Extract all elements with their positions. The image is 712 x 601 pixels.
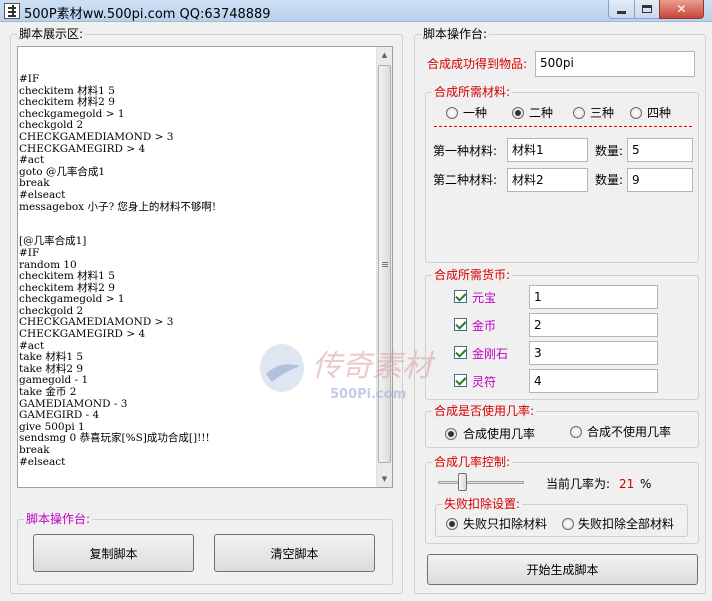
current-rate-value: 21 <box>619 477 635 491</box>
fail-deduct-title: 失败扣除设置: <box>442 497 523 511</box>
script-line: #elseact <box>19 188 66 201</box>
use-rate-no-radio[interactable] <box>570 426 582 438</box>
script-display-title: 脚本展示区: <box>17 27 86 41</box>
quantity1-label: 数量: <box>595 144 624 158</box>
script-text: #IF checkitem 材料1 5 checkitem 材料2 9 checkga… <box>19 74 377 484</box>
fail-only-radio[interactable] <box>446 518 458 530</box>
left-console-title: 脚本操作台: <box>24 512 93 526</box>
copy-script-button[interactable]: 复制脚本 <box>33 534 194 572</box>
material-count-radio-3[interactable] <box>573 107 585 119</box>
use-rate-title: 合成是否使用几率: <box>432 404 537 418</box>
currency-label-1: 元宝 <box>472 291 497 305</box>
script-line: break <box>19 177 50 190</box>
currency-input-1[interactable]: 1 <box>529 285 658 309</box>
rate-slider-thumb[interactable] <box>458 473 467 491</box>
script-line: CHECKGAMEGIRD > 4 <box>19 142 146 155</box>
generate-script-label: 开始生成脚本 <box>526 563 599 577</box>
window-title: 500P素材ww.500pi.com QQ:63748889 <box>24 7 271 22</box>
script-scrollbar[interactable]: ▲ ▼ <box>376 47 392 487</box>
quantity2-input[interactable]: 9 <box>627 168 693 192</box>
script-line: messagebox 小子? 您身上的材料不够啊! <box>19 200 217 213</box>
rate-slider-track[interactable] <box>438 481 524 484</box>
script-line: take 金币 2 <box>19 386 77 399</box>
material-count-radio-1[interactable] <box>446 107 458 119</box>
maximize-icon <box>642 5 652 13</box>
currency-label-3: 金刚石 <box>472 347 509 361</box>
material-count-label-3: 三种 <box>590 106 615 120</box>
quantity1-input[interactable]: 5 <box>627 138 693 162</box>
clear-script-button[interactable]: 清空脚本 <box>214 534 375 572</box>
scroll-up-icon[interactable]: ▲ <box>377 47 392 63</box>
script-line: #act <box>19 154 45 167</box>
script-line: sendsmg 0 恭喜玩家[%S]成功合成[]!!! <box>19 432 210 445</box>
result-item-label: 合成成功得到物品: <box>427 57 528 71</box>
current-rate-label: 当前几率为: <box>546 477 611 491</box>
close-button[interactable]: ✕ <box>659 0 704 19</box>
material1-input[interactable]: 材料1 <box>507 138 588 162</box>
clear-script-label: 清空脚本 <box>270 546 319 561</box>
script-line: goto @几率合成1 <box>19 165 106 178</box>
currency-label-4: 灵符 <box>472 375 497 389</box>
currency-input-2[interactable]: 2 <box>529 313 658 337</box>
currency-input-3[interactable]: 3 <box>529 341 658 365</box>
script-line: #elseact <box>19 455 66 468</box>
scroll-down-icon[interactable]: ▼ <box>377 471 392 487</box>
minimize-icon <box>617 10 626 14</box>
script-line: #IF <box>19 74 40 85</box>
material1-label: 第一种材料: <box>433 144 498 158</box>
materials-title: 合成所需材料: <box>432 85 513 99</box>
use-rate-no-label: 合成不使用几率 <box>587 425 672 439</box>
currency-title: 合成所需货币: <box>432 268 513 282</box>
material2-label: 第二种材料: <box>433 173 498 187</box>
fail-all-label: 失败扣除全部材料 <box>578 517 675 531</box>
currency-check-2[interactable] <box>454 318 467 331</box>
material-count-label-1: 一种 <box>463 106 488 120</box>
title-bar: 500P素材ww.500pi.com QQ:63748889 ✕ <box>0 0 712 22</box>
material-count-label-2: 二种 <box>529 106 554 120</box>
fail-all-radio[interactable] <box>562 518 574 530</box>
script-line: #IF <box>19 246 40 259</box>
script-line: checkitem 材料1 5 <box>19 270 115 283</box>
app-icon <box>4 3 20 19</box>
result-item-input[interactable]: 500pi <box>535 51 695 77</box>
currency-check-1[interactable] <box>454 290 467 303</box>
current-rate-unit: % <box>640 477 652 491</box>
script-line: CHECKGAMEGIRD > 4 <box>19 328 146 341</box>
quantity2-label: 数量: <box>595 173 624 187</box>
rate-control-title: 合成几率控制: <box>432 455 513 469</box>
script-textarea[interactable]: #IF checkitem 材料1 5 checkitem 材料2 9 checkga… <box>17 46 393 488</box>
currency-input-4[interactable]: 4 <box>529 369 658 393</box>
currency-check-3[interactable] <box>454 346 467 359</box>
script-line: [@几率合成1] <box>19 235 87 248</box>
material-count-label-4: 四种 <box>647 106 672 120</box>
fail-only-label: 失败只扣除材料 <box>463 517 548 531</box>
materials-divider <box>434 126 692 127</box>
script-line <box>19 213 377 225</box>
right-console-title: 脚本操作台: <box>421 27 490 41</box>
use-rate-yes-radio[interactable] <box>445 428 457 440</box>
use-rate-yes-label: 合成使用几率 <box>463 427 536 441</box>
minimize-button[interactable] <box>608 0 635 19</box>
material-count-radio-2[interactable] <box>512 107 524 119</box>
script-line: CHECKGAMEDIAMOND > 3 <box>19 130 174 143</box>
generate-script-button[interactable]: 开始生成脚本 <box>427 554 698 585</box>
close-icon: ✕ <box>676 2 687 16</box>
script-line: break <box>19 444 50 456</box>
currency-label-2: 金币 <box>472 319 497 333</box>
maximize-button[interactable] <box>634 0 660 19</box>
grip-icon <box>382 262 388 263</box>
scroll-thumb[interactable] <box>378 65 391 463</box>
copy-script-label: 复制脚本 <box>89 546 138 561</box>
material2-input[interactable]: 材料2 <box>507 168 588 192</box>
material-count-radio-4[interactable] <box>630 107 642 119</box>
currency-check-4[interactable] <box>454 374 467 387</box>
